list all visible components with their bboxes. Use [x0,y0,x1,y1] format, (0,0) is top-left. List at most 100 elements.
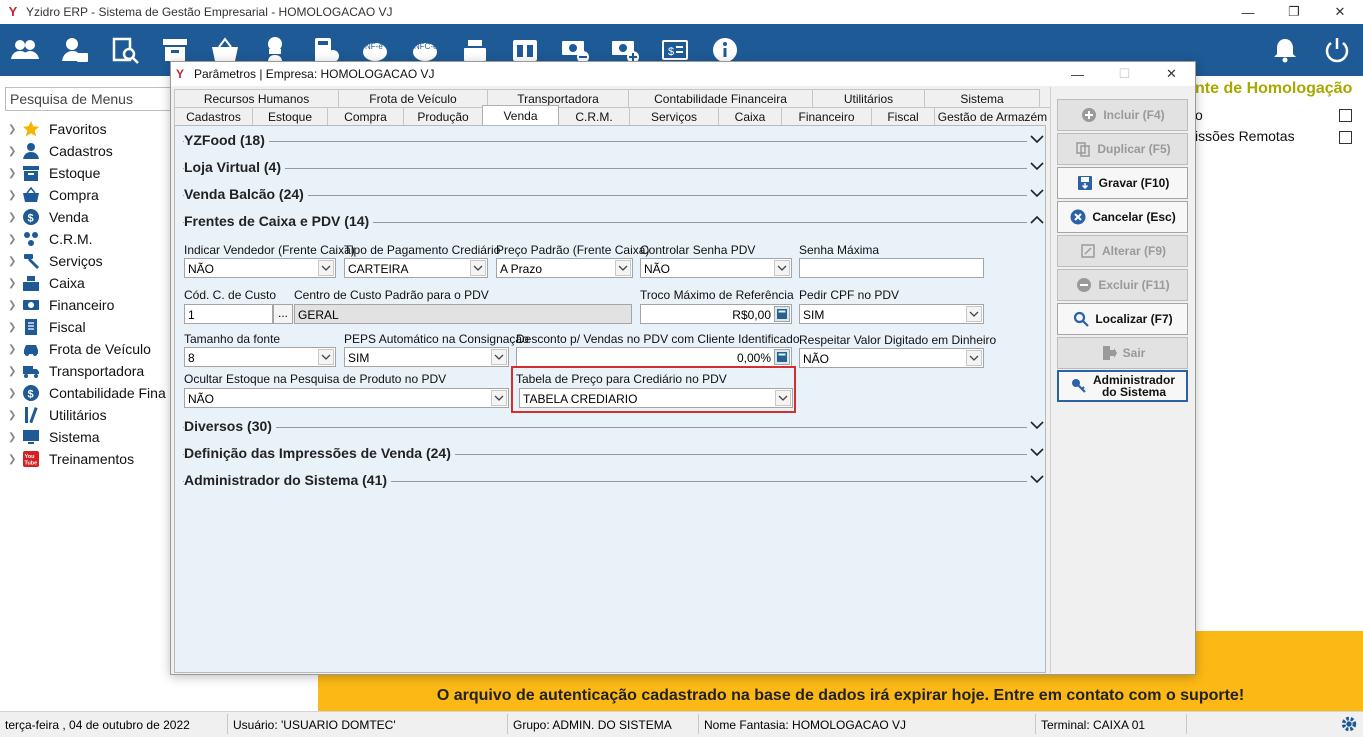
tab-produ-o[interactable]: Produção [403,107,483,125]
desconto-input[interactable]: 0,00% [516,347,792,367]
tab-c-r-m-[interactable]: C.R.M. [558,107,630,125]
senha-maxima-input[interactable] [799,258,984,278]
sidebar-item-transportadora[interactable]: ❯ Transportadora [0,360,166,382]
tab-recursos-humanos[interactable]: Recursos Humanos [174,89,339,107]
sidebar-item-financeiro[interactable]: ❯ Financeiro [0,294,166,316]
user-card-icon[interactable] [50,24,100,76]
chevron-right-icon[interactable]: ❯ [0,388,18,399]
sidebar-item-sistema[interactable]: ❯ Sistema [0,426,166,448]
section-administrador[interactable]: Administrador do Sistema (41) [183,470,1045,490]
section-loja-virtual[interactable]: Loja Virtual (4) [183,157,1045,177]
chevron-down-icon[interactable] [966,350,982,366]
sidebar-item-utilit-rios[interactable]: ❯ Utilitários [0,404,166,426]
tab-gest-o-de-armaz-m[interactable]: Gestão de Armazém [934,107,1051,125]
users-icon[interactable] [0,24,50,76]
chevron-up-icon[interactable] [1029,212,1045,228]
sidebar-item-caixa[interactable]: ❯ Caixa [0,272,166,294]
sidebar-item-estoque[interactable]: ❯ Estoque [0,162,166,184]
pedir-cpf-select[interactable]: SIM [799,304,984,324]
section-yzfood[interactable]: YZFood (18) [183,130,1045,150]
sidebar-item-compra[interactable]: ❯ Compra [0,184,166,206]
cod-custo-input[interactable]: 1 [184,304,273,324]
close-button[interactable]: ✕ [1317,0,1363,24]
tab-venda[interactable]: Venda [482,105,559,125]
option-checkbox-1[interactable] [1339,109,1352,122]
controlar-senha-select[interactable]: NÃO [640,258,792,278]
sidebar-item-venda[interactable]: ❯ $ Venda [0,206,166,228]
power-icon[interactable] [1311,24,1363,76]
chevron-down-icon[interactable] [491,349,507,365]
ocultar-estoque-select[interactable]: NÃO [184,388,509,408]
sidebar-item-frota-de-ve-culo[interactable]: ❯ Frota de Veículo [0,338,166,360]
section-impressoes[interactable]: Definição das Impressões de Venda (24) [183,443,1045,463]
troco-maximo-input[interactable]: R$0,00 [640,304,792,324]
calculator-icon[interactable] [774,306,790,322]
chevron-right-icon[interactable]: ❯ [0,212,18,223]
indicar-vendedor-select[interactable]: NÃO [184,258,336,278]
tab-caixa[interactable]: Caixa [718,107,782,125]
sidebar-item-contabilidade-fina[interactable]: ❯ $ Contabilidade Fina [0,382,166,404]
tab-estoque[interactable]: Estoque [252,107,328,125]
chevron-down-icon[interactable] [470,260,486,276]
tab-fiscal[interactable]: Fiscal [871,107,935,125]
tab-servi-os[interactable]: Serviços [629,107,719,125]
tamanho-fonte-select[interactable]: 8 [184,347,336,367]
minimize-button[interactable]: — [1225,0,1271,24]
sidebar-item-fiscal[interactable]: ❯ Fiscal [0,316,166,338]
chevron-down-icon[interactable] [1029,444,1045,460]
chevron-right-icon[interactable]: ❯ [0,278,18,289]
chevron-down-icon[interactable] [1029,471,1045,487]
respeitar-valor-select[interactable]: NÃO [799,348,984,368]
chevron-right-icon[interactable]: ❯ [0,168,18,179]
sidebar-item-favoritos[interactable]: ❯ Favoritos [0,118,166,140]
chevron-down-icon[interactable] [1029,417,1045,433]
chevron-right-icon[interactable]: ❯ [0,454,18,465]
sidebar-item-cadastros[interactable]: ❯ Cadastros [0,140,166,162]
chevron-right-icon[interactable]: ❯ [0,432,18,443]
dialog-close-button[interactable]: ✕ [1148,62,1195,86]
menu-search-input[interactable]: Pesquisa de Menus [5,87,173,111]
gear-icon[interactable] [1340,715,1358,736]
chevron-right-icon[interactable]: ❯ [0,190,18,201]
cod-custo-lookup-button[interactable]: ... [273,304,293,324]
chevron-down-icon[interactable] [318,260,334,276]
tab-frota-de-ve-culo[interactable]: Frota de Veículo [338,89,488,107]
cancelar-button[interactable]: Cancelar (Esc) [1057,201,1188,233]
tab-contabilidade-financeira[interactable]: Contabilidade Financeira [628,89,813,107]
option-checkbox-2[interactable] [1339,131,1352,144]
chevron-right-icon[interactable]: ❯ [0,234,18,245]
chevron-down-icon[interactable] [491,390,507,406]
chevron-right-icon[interactable]: ❯ [0,344,18,355]
chevron-right-icon[interactable]: ❯ [0,256,18,267]
chevron-down-icon[interactable] [1029,185,1045,201]
tab-sistema[interactable]: Sistema [924,89,1040,107]
tab-financeiro[interactable]: Financeiro [781,107,872,125]
maximize-button[interactable]: ❐ [1271,0,1317,24]
calculator-icon[interactable] [774,349,790,365]
chevron-right-icon[interactable]: ❯ [0,300,18,311]
gravar-button[interactable]: Gravar (F10) [1057,167,1188,199]
sidebar-item-servi-os[interactable]: ❯ Serviços [0,250,166,272]
chevron-right-icon[interactable]: ❯ [0,366,18,377]
chevron-right-icon[interactable]: ❯ [0,322,18,333]
sidebar-item-treinamentos[interactable]: ❯ You Tube Treinamentos [0,448,166,470]
section-diversos[interactable]: Diversos (30) [183,416,1045,436]
preco-padrao-select[interactable]: A Prazo [496,258,633,278]
administrador-button[interactable]: Administrador do Sistema [1057,370,1188,402]
localizar-button[interactable]: Localizar (F7) [1057,303,1188,335]
chevron-down-icon[interactable] [774,260,790,276]
bell-icon[interactable] [1259,24,1311,76]
peps-select[interactable]: SIM [344,347,509,367]
chevron-right-icon[interactable]: ❯ [0,410,18,421]
chevron-down-icon[interactable] [615,260,631,276]
dialog-minimize-button[interactable]: — [1054,62,1101,86]
section-venda-balcao[interactable]: Venda Balcão (24) [183,184,1045,204]
search-document-icon[interactable] [100,24,150,76]
chevron-down-icon[interactable] [318,349,334,365]
chevron-down-icon[interactable] [966,306,982,322]
section-frentes-caixa[interactable]: Frentes de Caixa e PDV (14) [183,211,1045,231]
tab-utilit-rios[interactable]: Utilitários [812,89,925,107]
tab-compra[interactable]: Compra [327,107,404,125]
tab-cadastros[interactable]: Cadastros [174,107,253,125]
chevron-right-icon[interactable]: ❯ [0,124,18,135]
